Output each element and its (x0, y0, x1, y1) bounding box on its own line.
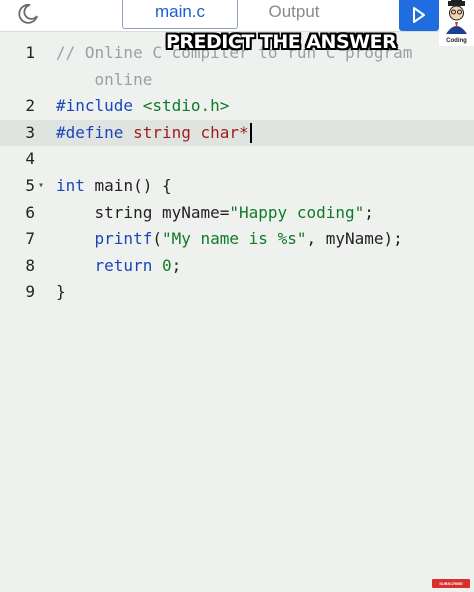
moon-icon[interactable] (16, 2, 40, 26)
tab-output[interactable]: Output (248, 0, 340, 29)
code-text: string myName="Happy coding"; (56, 200, 374, 227)
code-text: } (56, 279, 66, 306)
mascot-icon (446, 0, 467, 34)
text-cursor (249, 123, 252, 144)
code-token: "My name is %s" (161, 229, 307, 249)
editor-toolbar: main.c Output (0, 0, 474, 32)
run-button[interactable] (399, 0, 439, 31)
video-caption: PREDICT THE ANSWER (166, 31, 397, 53)
code-token: string myName= (56, 202, 230, 222)
code-line[interactable]: 7 printf("My name is %s", myName); (0, 226, 474, 253)
code-token: string char* (133, 122, 249, 142)
code-text: int main() { (56, 173, 172, 200)
code-line[interactable]: 5 ▾ int main() { (0, 173, 474, 200)
line-number: 7 (25, 229, 35, 249)
code-line[interactable]: 2 #include <stdio.h> (0, 93, 474, 120)
line-number: 5 (25, 175, 35, 195)
line-number: 2 (25, 96, 35, 116)
code-token: return (56, 255, 153, 275)
code-token: , myName); (306, 229, 403, 249)
code-token: } (56, 282, 66, 302)
line-number: 9 (25, 282, 35, 302)
play-icon (413, 7, 425, 23)
code-token: main() { (84, 175, 172, 195)
code-token: ; (171, 255, 182, 275)
line-number: 6 (25, 202, 35, 222)
code-editor[interactable]: 1// Online C compiler to run C program o… (0, 40, 474, 306)
code-token: "Happy coding" (229, 202, 365, 222)
code-text: printf("My name is %s", myName); (56, 226, 403, 253)
code-line[interactable]: 4 (0, 146, 474, 173)
code-line[interactable]: 9} (0, 279, 474, 306)
tab-main-c[interactable]: main.c (122, 0, 238, 29)
code-token: <stdio.h> (142, 96, 230, 116)
code-text: online (56, 67, 153, 94)
line-number: 8 (25, 255, 35, 275)
code-token: online (56, 69, 153, 89)
code-token: 0 (161, 255, 172, 275)
code-line[interactable]: 3 #define string char* (0, 119, 474, 147)
code-token: #include (56, 96, 134, 116)
code-token: #define (56, 122, 124, 142)
code-line[interactable]: online (0, 67, 474, 94)
code-token: ( (152, 229, 162, 249)
code-line[interactable]: 6 string myName="Happy coding"; (0, 200, 474, 227)
line-number: 4 (25, 149, 35, 169)
code-token: int (56, 175, 85, 195)
line-number: 1 (25, 43, 35, 62)
code-text: #define string char* (56, 120, 252, 147)
line-number: 3 (25, 122, 35, 142)
code-text: #include <stdio.h> (56, 93, 229, 120)
code-line[interactable]: 8 return 0; (0, 253, 474, 280)
subscribe-badge: SUBSCRIBE (432, 579, 470, 588)
code-text: return 0; (56, 253, 182, 280)
fold-arrow-icon[interactable]: ▾ (38, 173, 44, 200)
code-token: ; (364, 202, 374, 222)
code-token: printf (56, 229, 153, 249)
